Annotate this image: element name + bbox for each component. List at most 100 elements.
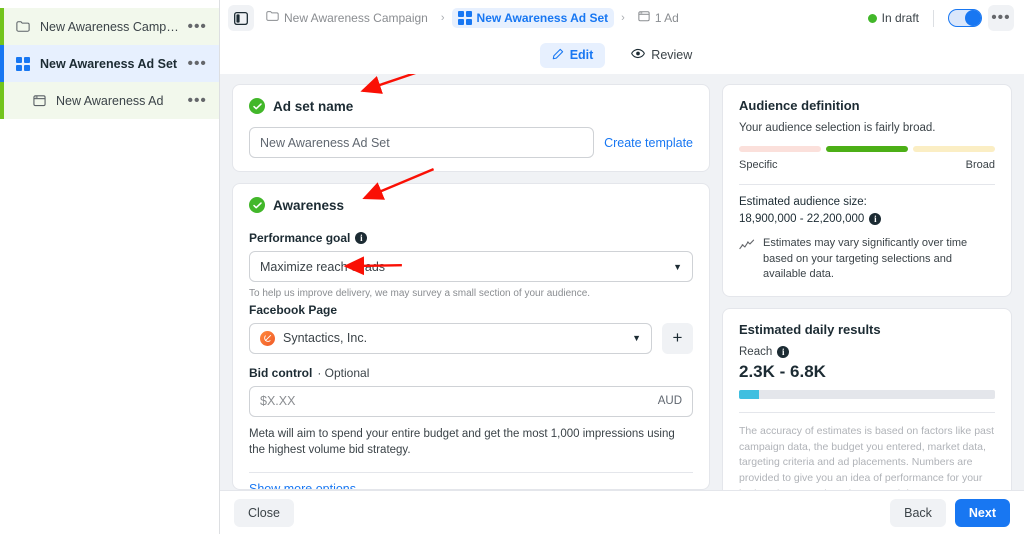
footer-bar: Close Back Next (220, 490, 1024, 534)
page-avatar (260, 330, 275, 346)
estimate-label: Estimated audience size: (739, 196, 867, 208)
main-area: New Awareness Campaign › New Awareness A… (220, 0, 1024, 534)
gauge-segment-specific (739, 146, 821, 152)
facebook-page-value: Syntactics, Inc. (283, 331, 368, 345)
tab-label: Review (651, 48, 693, 62)
ad-set-name-card: Ad set name Create template (232, 84, 710, 172)
create-template-link[interactable]: Create template (604, 136, 693, 150)
info-icon[interactable]: i (869, 213, 882, 225)
sidebar-item-label: New Awareness Ad (56, 93, 164, 108)
sidebar-item-ad[interactable]: New Awareness Ad ••• (0, 82, 219, 119)
awareness-title: Awareness (273, 197, 345, 213)
reach-label-row: Reach i (739, 345, 995, 358)
chevron-down-icon: ▼ (632, 333, 641, 343)
gauge-labels: Specific Broad (739, 159, 995, 171)
check-circle-icon (249, 98, 265, 114)
estimates-disclaimer: Estimates may vary significantly over ti… (739, 236, 995, 283)
sidebar-panel-icon[interactable] (228, 5, 254, 31)
awareness-card: Awareness Performance goal i Maximize re… (232, 183, 710, 490)
form-column: Ad set name Create template (232, 84, 710, 490)
bid-currency-label: AUD (657, 395, 682, 407)
bid-control-input[interactable] (260, 394, 650, 408)
show-more-options-link[interactable]: Show more options (249, 482, 693, 489)
sidebar: New Awareness Campaign ••• New Awareness… (0, 0, 220, 534)
estimated-audience-size: Estimated audience size: 18,900,000 - 22… (739, 196, 995, 225)
breadcrumb-adset[interactable]: New Awareness Ad Set (451, 8, 615, 28)
bid-control-label-row: Bid control · Optional (249, 366, 693, 380)
breadcrumb-separator: › (440, 12, 445, 24)
breadcrumb-ad[interactable]: 1 Ad (632, 6, 685, 30)
back-button[interactable]: Back (890, 498, 946, 527)
bid-control-field[interactable]: AUD (249, 385, 693, 417)
performance-goal-value: Maximize reach of ads (260, 259, 386, 274)
ad-icon (638, 9, 650, 27)
info-icon[interactable]: i (355, 232, 368, 244)
performance-goal-label-row: Performance goal i (249, 231, 693, 245)
ad-set-name-title: Ad set name (273, 98, 354, 114)
folder-icon (266, 9, 279, 27)
chevron-down-icon: ▼ (673, 261, 682, 272)
reach-label: Reach (739, 345, 773, 358)
gauge-segment-broad (913, 146, 995, 152)
bid-strategy-note: Meta will aim to spend your entire budge… (249, 427, 675, 457)
estimate-value: 18,900,000 - 22,200,000 (739, 213, 865, 225)
sidebar-item-menu-button[interactable]: ••• (184, 56, 211, 71)
tab-edit[interactable]: Edit (539, 42, 606, 68)
info-icon[interactable]: i (777, 345, 790, 358)
status-badge: In draft (867, 11, 919, 25)
status-edge-green (0, 82, 4, 119)
content-area: Ad set name Create template (220, 74, 1024, 490)
add-page-button[interactable]: + (662, 322, 693, 354)
next-button[interactable]: Next (954, 498, 1010, 527)
sidebar-item-menu-button[interactable]: ••• (184, 93, 211, 108)
gauge-label-broad: Broad (965, 159, 995, 171)
divider (249, 471, 693, 473)
performance-goal-label: Performance goal (249, 231, 351, 245)
facebook-page-label-row: Facebook Page (249, 303, 693, 317)
divider (933, 9, 934, 27)
sidebar-item-label: New Awareness Campaign (40, 19, 184, 34)
performance-goal-select[interactable]: Maximize reach of ads ▼ (249, 251, 693, 282)
reach-value: 2.3K - 6.8K (739, 361, 826, 381)
ad-set-name-input[interactable] (249, 127, 595, 158)
more-options-button[interactable]: ••• (988, 5, 1014, 31)
breadcrumb-label: New Awareness Ad Set (476, 11, 609, 25)
line-chart-icon (739, 236, 755, 283)
performance-goal-helper: To help us improve delivery, we may surv… (249, 288, 591, 299)
status-edge-blue (0, 45, 4, 82)
facebook-page-label: Facebook Page (249, 302, 338, 317)
gauge-label-specific: Specific (739, 159, 778, 171)
disclaimer-text: Estimates may vary significantly over ti… (763, 237, 968, 281)
breadcrumb-campaign[interactable]: New Awareness Campaign (260, 6, 434, 30)
check-circle-icon (249, 197, 265, 213)
audience-definition-title: Audience definition (739, 98, 860, 113)
audience-definition-subtitle: Your audience selection is fairly broad. (739, 122, 936, 134)
tab-label: Edit (569, 48, 594, 62)
card-header: Ad set name (249, 98, 693, 114)
estimates-column: Audience definition Your audience select… (722, 84, 1012, 490)
eye-icon (631, 48, 646, 62)
reach-bar (739, 389, 995, 399)
breadcrumb-label: New Awareness Campaign (284, 11, 428, 25)
audience-gauge (739, 146, 995, 152)
sidebar-item-campaign[interactable]: New Awareness Campaign ••• (0, 8, 219, 45)
sidebar-item-menu-button[interactable]: ••• (184, 19, 211, 34)
publish-toggle[interactable] (948, 9, 982, 27)
tab-bar: Edit Review (220, 36, 1024, 74)
more-options-label: ••• (991, 9, 1011, 26)
card-header: Awareness (249, 197, 693, 213)
status-label: In draft (881, 11, 919, 25)
plus-icon: + (672, 328, 683, 347)
facebook-page-select[interactable]: Syntactics, Inc. ▼ (249, 322, 652, 354)
top-bar: New Awareness Campaign › New Awareness A… (220, 0, 1024, 36)
sidebar-item-adset[interactable]: New Awareness Ad Set ••• (0, 45, 219, 82)
gauge-segment-active (826, 146, 908, 152)
estimated-daily-results-card: Estimated daily results Reach i 2.3K - 6… (722, 307, 1012, 490)
reach-bar-fill (739, 389, 760, 399)
close-button[interactable]: Close (234, 498, 294, 527)
audience-definition-card: Audience definition Your audience select… (722, 84, 1012, 297)
folder-icon (14, 18, 32, 36)
sidebar-item-label: New Awareness Ad Set (40, 56, 178, 71)
accuracy-fineprint: The accuracy of estimates is based on fa… (739, 424, 995, 490)
tab-review[interactable]: Review (619, 43, 704, 67)
